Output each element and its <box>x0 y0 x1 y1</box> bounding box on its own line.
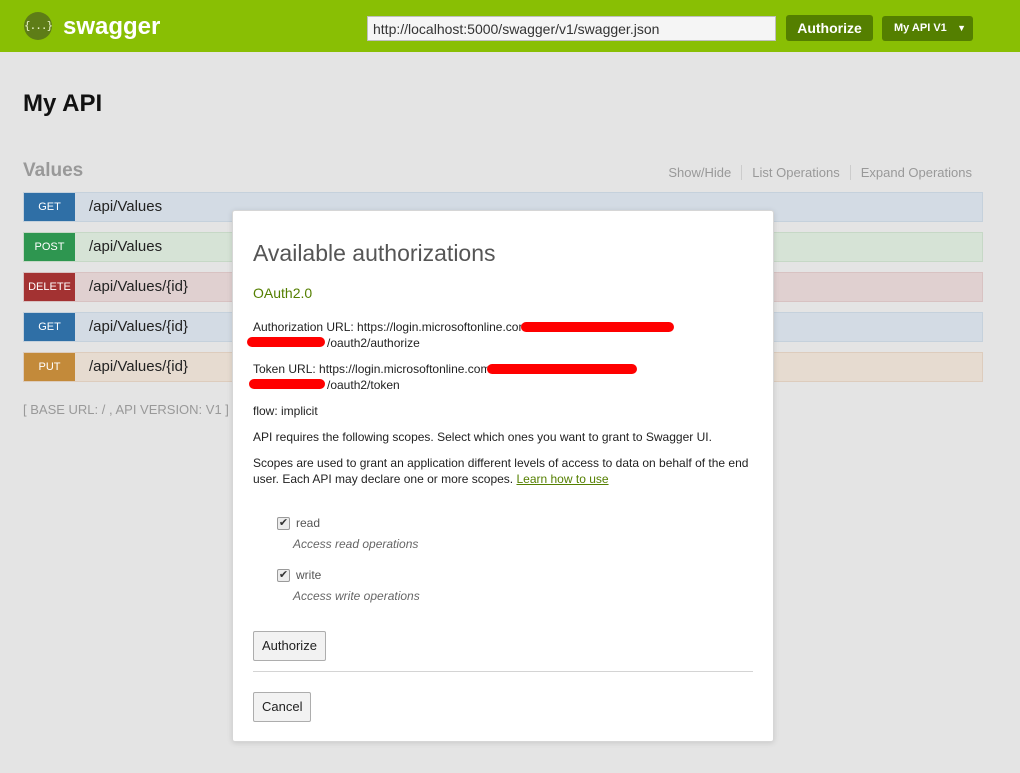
auth-scheme-label: OAuth2.0 <box>253 285 313 301</box>
resource-links: Show/Hide List Operations Expand Operati… <box>658 165 972 180</box>
scope-description: Access write operations <box>293 589 420 603</box>
header-authorize-button[interactable]: Authorize <box>786 15 873 41</box>
operation-path[interactable]: /api/Values/{id} <box>89 318 188 335</box>
api-version-value: My API V1 <box>894 22 947 34</box>
operation-path[interactable]: /api/Values <box>89 198 162 215</box>
method-badge: GET <box>24 193 75 221</box>
redaction-mark <box>249 379 325 389</box>
authorizations-dialog: Available authorizations OAuth2.0 Author… <box>232 210 774 742</box>
method-badge: GET <box>24 313 75 341</box>
spec-url-input[interactable] <box>367 16 776 41</box>
learn-how-to-use-link[interactable]: Learn how to use <box>516 472 608 486</box>
operation-path[interactable]: /api/Values/{id} <box>89 358 188 375</box>
logo-text[interactable]: swagger <box>63 13 160 41</box>
scope-name: write <box>296 568 322 582</box>
divider <box>253 671 753 672</box>
flow-label: flow: implicit <box>253 404 318 418</box>
method-badge: POST <box>24 233 75 261</box>
scopes-explanation-text: Scopes are used to grant an application … <box>253 456 749 486</box>
redaction-mark <box>487 364 637 374</box>
authorize-button[interactable]: Authorize <box>253 631 326 661</box>
resource-name[interactable]: Values <box>23 160 83 182</box>
redaction-mark <box>521 322 674 332</box>
top-bar: {...} swagger Authorize My API V1 ▼ <box>0 0 1020 52</box>
expand-operations-link[interactable]: Expand Operations <box>851 165 972 180</box>
operation-path[interactable]: /api/Values <box>89 238 162 255</box>
list-operations-link[interactable]: List Operations <box>742 165 851 180</box>
cancel-button[interactable]: Cancel <box>253 692 312 722</box>
redaction-mark <box>247 337 325 347</box>
authorization-url-tail: /oauth2/authorize <box>327 336 420 350</box>
method-badge: PUT <box>24 353 75 381</box>
operation-path[interactable]: /api/Values/{id} <box>89 278 188 295</box>
dialog-title: Available authorizations <box>253 240 496 266</box>
scope-name: read <box>296 516 321 530</box>
write-scope-checkbox[interactable]: ✔ <box>277 569 290 582</box>
scope-description: Access read operations <box>293 537 419 551</box>
token-url-tail: /oauth2/token <box>327 378 400 392</box>
api-version-select[interactable]: My API V1 ▼ <box>882 16 973 41</box>
read-scope-checkbox[interactable]: ✔ <box>277 517 290 530</box>
method-badge: DELETE <box>24 273 75 301</box>
caret-down-icon: ▼ <box>957 23 966 33</box>
scopes-intro-text: API requires the following scopes. Selec… <box>253 430 712 444</box>
scopes-explanation: Scopes are used to grant an application … <box>253 455 753 487</box>
swagger-logo-icon: {...} <box>24 12 53 40</box>
page-title: My API <box>23 90 103 117</box>
base-url-info: [ BASE URL: / , API VERSION: V1 ] <box>23 402 229 417</box>
authorization-url-label: Authorization URL: https://login.microso… <box>253 320 532 334</box>
show-hide-link[interactable]: Show/Hide <box>658 165 743 180</box>
